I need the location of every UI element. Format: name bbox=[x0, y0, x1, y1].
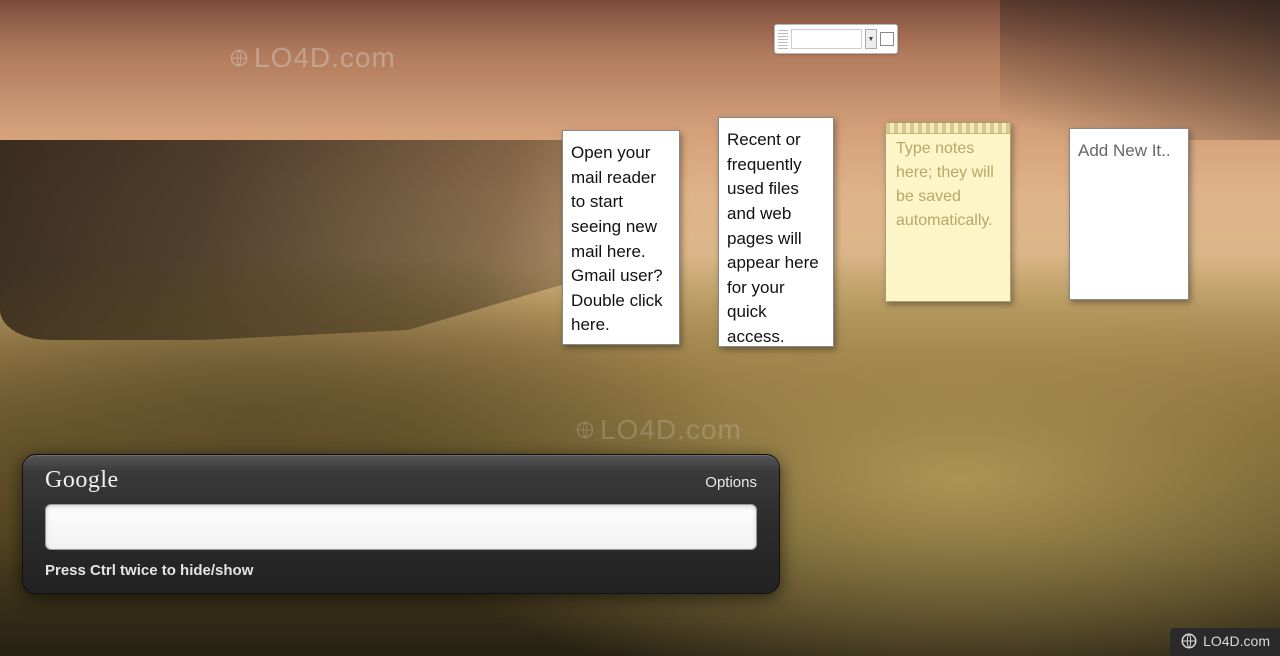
globe-icon bbox=[230, 49, 248, 67]
watermark-top: LO4D.com bbox=[230, 42, 396, 74]
watermark-center: LO4D.com bbox=[576, 414, 742, 446]
mini-toolbar-input[interactable] bbox=[791, 29, 862, 49]
add-new-gadget[interactable]: Add New It.. bbox=[1069, 128, 1189, 300]
globe-icon bbox=[1180, 632, 1198, 650]
watermark-text: LO4D.com bbox=[254, 42, 396, 74]
mail-gadget-text: Open your mail reader to start seeing ne… bbox=[571, 141, 671, 338]
search-hint: Press Ctrl twice to hide/show bbox=[45, 562, 757, 579]
google-logo: Google bbox=[45, 467, 119, 494]
recent-gadget-text: Recent or frequently used files and web … bbox=[727, 128, 825, 347]
options-link[interactable]: Options bbox=[705, 474, 757, 491]
search-input[interactable] bbox=[45, 504, 757, 550]
mini-toolbar[interactable]: ▼ bbox=[774, 24, 898, 54]
add-new-placeholder: Add New It.. bbox=[1078, 139, 1180, 164]
sticky-note-text: Type notes here; they will be saved auto… bbox=[896, 137, 1000, 233]
google-desktop-search: Google Options Press Ctrl twice to hide/… bbox=[22, 454, 780, 594]
drag-grip-icon[interactable] bbox=[778, 29, 788, 49]
mail-gadget[interactable]: Open your mail reader to start seeing ne… bbox=[562, 130, 680, 345]
mini-toolbar-dropdown[interactable]: ▼ bbox=[865, 29, 877, 49]
watermark-text: LO4D.com bbox=[1203, 633, 1270, 649]
watermark-text: LO4D.com bbox=[600, 414, 742, 446]
watermark-bottom-right: LO4D.com bbox=[1170, 628, 1280, 656]
sticky-note-gadget[interactable]: Type notes here; they will be saved auto… bbox=[885, 122, 1011, 302]
wallpaper-shade bbox=[1000, 0, 1280, 140]
mini-toolbar-button[interactable] bbox=[880, 32, 894, 46]
globe-icon bbox=[576, 421, 594, 439]
recent-gadget[interactable]: Recent or frequently used files and web … bbox=[718, 117, 834, 347]
